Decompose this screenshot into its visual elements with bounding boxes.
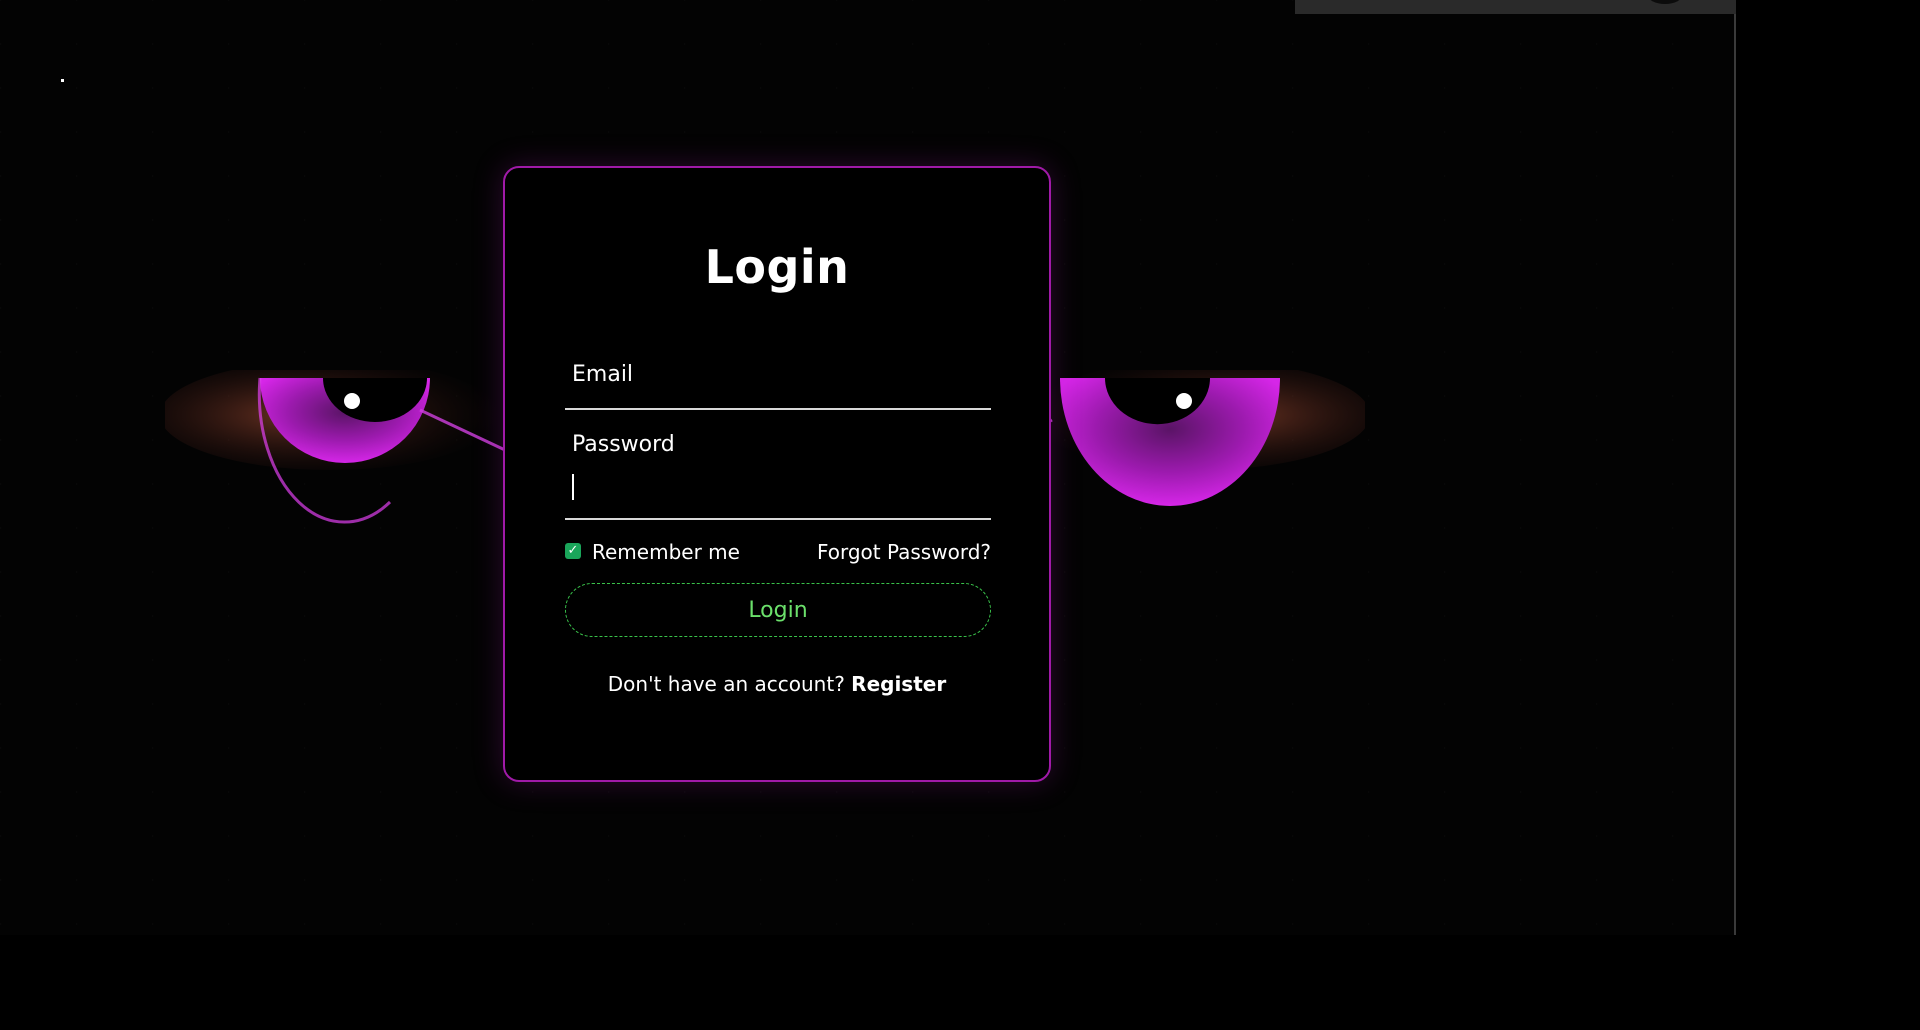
remember-label[interactable]: Remember me <box>592 540 740 564</box>
eye-right-icon <box>1024 370 1365 506</box>
login-form: Login Email Password ✓ Remember me Forgo… <box>503 166 1051 782</box>
eye-left-icon <box>165 370 506 524</box>
page: Login Email Password ✓ Remember me Forgo… <box>0 0 1920 1030</box>
register-row: Don't have an account? Register <box>505 672 1049 696</box>
register-prompt: Don't have an account? <box>607 672 845 696</box>
register-link[interactable]: Register <box>851 672 946 696</box>
login-button[interactable]: Login <box>565 583 991 637</box>
right-eye-illustration <box>1005 370 1365 540</box>
left-eye-illustration <box>165 370 525 540</box>
checkmark-icon: ✓ <box>567 543 579 558</box>
email-field[interactable]: Email <box>565 350 991 410</box>
remember-row: ✓ Remember me Forgot Password? <box>565 538 991 568</box>
email-input[interactable] <box>571 362 985 402</box>
password-label: Password <box>572 432 675 457</box>
forgot-password-link[interactable]: Forgot Password? <box>817 540 991 564</box>
remember-checkbox[interactable]: ✓ <box>565 543 581 559</box>
login-title: Login <box>704 240 850 294</box>
text-cursor <box>572 474 574 500</box>
password-field[interactable]: Password <box>565 420 991 520</box>
background-speck <box>61 79 64 82</box>
password-input[interactable] <box>571 472 985 512</box>
